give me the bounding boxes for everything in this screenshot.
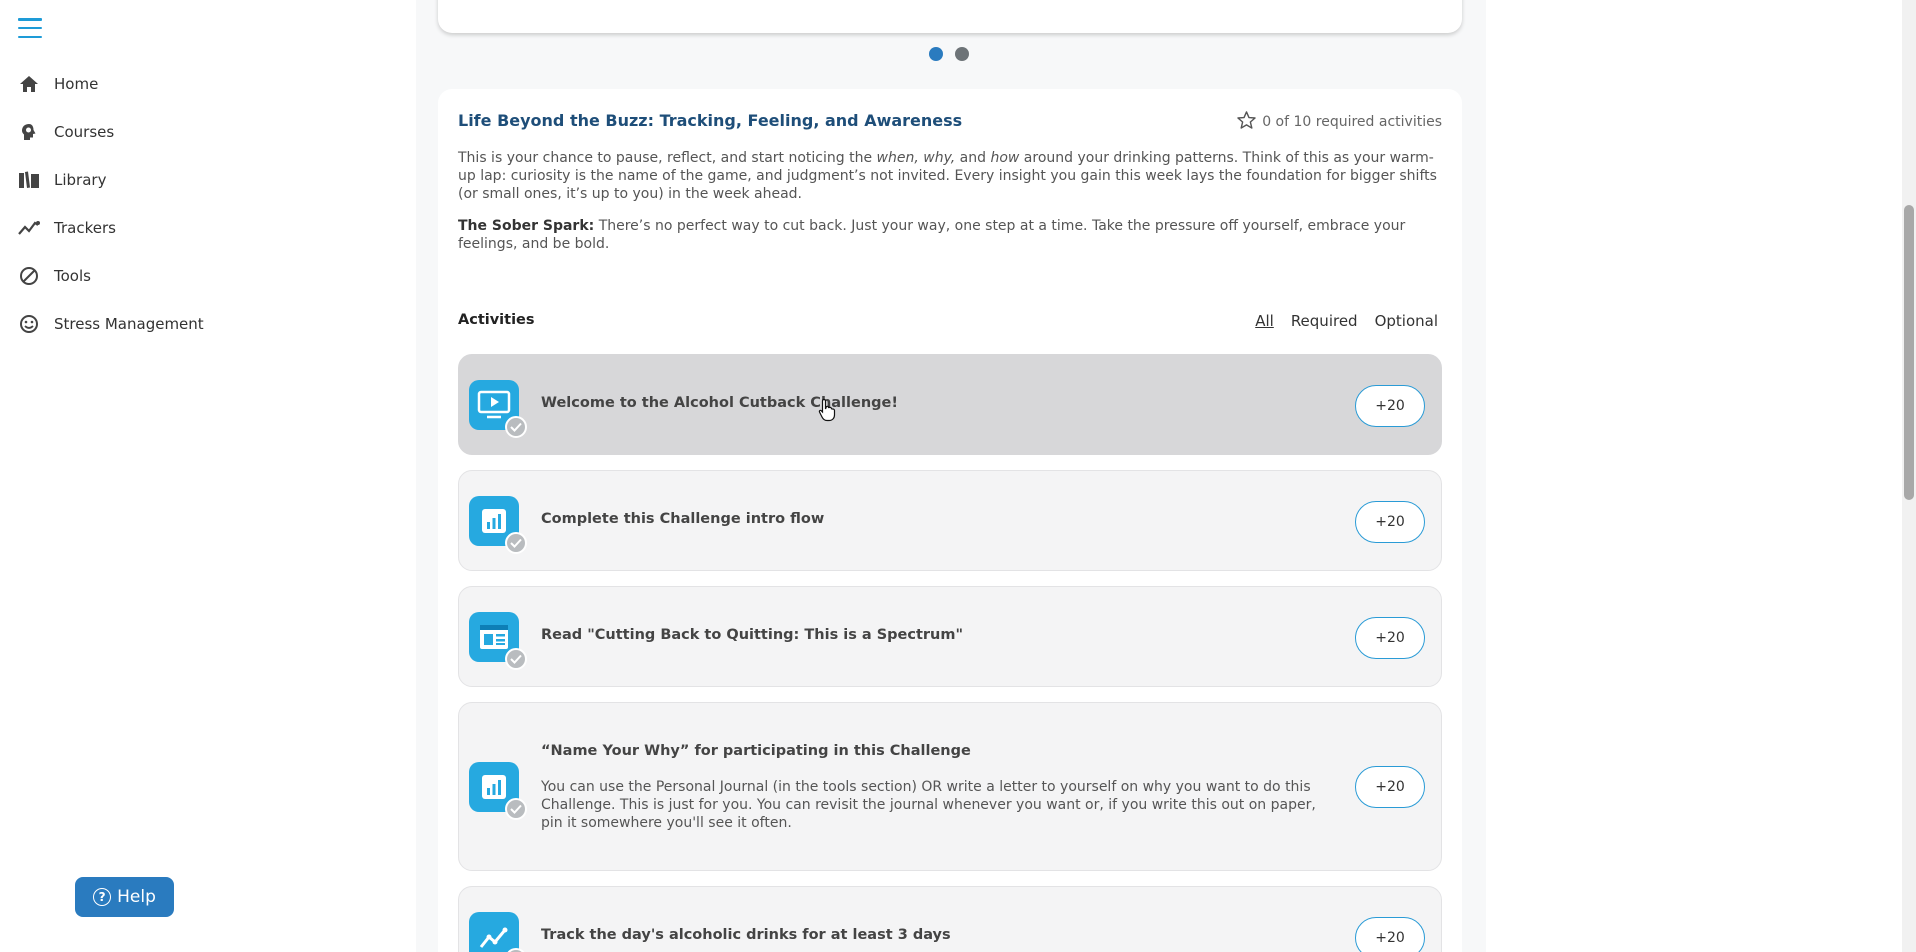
check-icon — [505, 416, 527, 438]
activity-filters: All Required Optional — [1255, 312, 1438, 330]
activity-name: Track the day's alcoholic drinks for at … — [541, 927, 951, 943]
sidebar-item-trackers[interactable]: Trackers — [18, 204, 204, 252]
check-icon — [505, 532, 527, 554]
points-badge[interactable]: +20 — [1355, 766, 1425, 808]
points-badge[interactable]: +20 — [1355, 917, 1425, 952]
sidebar-item-label: Tools — [54, 267, 91, 285]
sidebar-item-label: Courses — [54, 123, 115, 141]
carousel-dot-1[interactable] — [929, 47, 943, 61]
sidebar-item-stress-management[interactable]: Stress Management — [18, 300, 204, 348]
required-status-text: 0 of 10 required activities — [1262, 114, 1442, 130]
sober-spark-text: There’s no perfect way to cut back. Just… — [458, 218, 1406, 252]
chart-icon — [469, 762, 527, 820]
check-icon — [505, 798, 527, 820]
courses-icon — [18, 121, 40, 143]
filter-required[interactable]: Required — [1291, 312, 1358, 330]
library-icon — [18, 169, 40, 191]
module-card: Life Beyond the Buzz: Tracking, Feeling,… — [438, 89, 1462, 952]
sidebar-item-tools[interactable]: Tools — [18, 252, 204, 300]
filter-all[interactable]: All — [1255, 312, 1274, 330]
activity-name: Welcome to the Alcohol Cutback Challenge… — [541, 395, 898, 411]
sober-spark: The Sober Spark: There’s no perfect way … — [458, 217, 1442, 253]
star-icon — [1237, 111, 1256, 133]
activity-item[interactable]: Welcome to the Alcohol Cutback Challenge… — [458, 354, 1442, 455]
smiley-icon — [18, 313, 40, 335]
sidebar-item-label: Library — [54, 171, 107, 189]
activity-description: You can use the Personal Journal (in the… — [541, 779, 1316, 831]
sidebar: Home Courses Library Trackers Tools Stre… — [0, 0, 410, 952]
points-badge[interactable]: +20 — [1355, 501, 1425, 543]
activity-name: “Name Your Why” for participating in thi… — [541, 743, 971, 759]
activity-name: Read "Cutting Back to Quitting: This is … — [541, 627, 964, 643]
sidebar-item-label: Home — [54, 75, 99, 93]
help-label: Help — [117, 887, 156, 907]
menu-icon[interactable] — [18, 18, 42, 38]
filter-optional[interactable]: Optional — [1375, 312, 1438, 330]
activity-item[interactable]: “Name Your Why” for participating in thi… — [458, 702, 1442, 871]
sidebar-item-home[interactable]: Home — [18, 60, 204, 108]
required-status: 0 of 10 required activities — [1237, 111, 1442, 133]
sidebar-nav: Home Courses Library Trackers Tools Stre… — [18, 60, 204, 348]
module-description: This is your chance to pause, reflect, a… — [458, 150, 1437, 202]
trackers-icon — [18, 217, 40, 239]
module-title: Life Beyond the Buzz: Tracking, Feeling,… — [458, 111, 963, 130]
sidebar-item-label: Stress Management — [54, 315, 204, 333]
activity-name: Complete this Challenge intro flow — [541, 511, 825, 527]
check-icon — [505, 648, 527, 670]
pointer-cursor-icon — [818, 398, 836, 426]
help-button[interactable]: ? Help — [75, 877, 174, 917]
activity-item[interactable]: Complete this Challenge intro flow +20 — [458, 470, 1442, 571]
sober-spark-label: The Sober Spark: — [458, 218, 595, 234]
carousel-card — [438, 0, 1462, 33]
tracker-icon — [469, 912, 527, 952]
points-badge[interactable]: +20 — [1355, 385, 1425, 427]
activities-heading: Activities — [458, 312, 535, 328]
help-icon: ? — [93, 888, 112, 906]
chart-icon — [469, 496, 527, 554]
scrollbar-thumb[interactable] — [1904, 205, 1914, 500]
home-icon — [18, 73, 40, 95]
carousel-dot-2[interactable] — [955, 47, 969, 61]
sidebar-item-courses[interactable]: Courses — [18, 108, 204, 156]
video-icon — [469, 380, 527, 438]
carousel-dots — [929, 47, 969, 61]
activity-item[interactable]: Track the day's alcoholic drinks for at … — [458, 886, 1442, 952]
sidebar-item-library[interactable]: Library — [18, 156, 204, 204]
points-badge[interactable]: +20 — [1355, 617, 1425, 659]
article-icon — [469, 612, 527, 670]
sidebar-item-label: Trackers — [54, 219, 116, 237]
tools-icon — [18, 265, 40, 287]
activity-item[interactable]: Read "Cutting Back to Quitting: This is … — [458, 586, 1442, 687]
